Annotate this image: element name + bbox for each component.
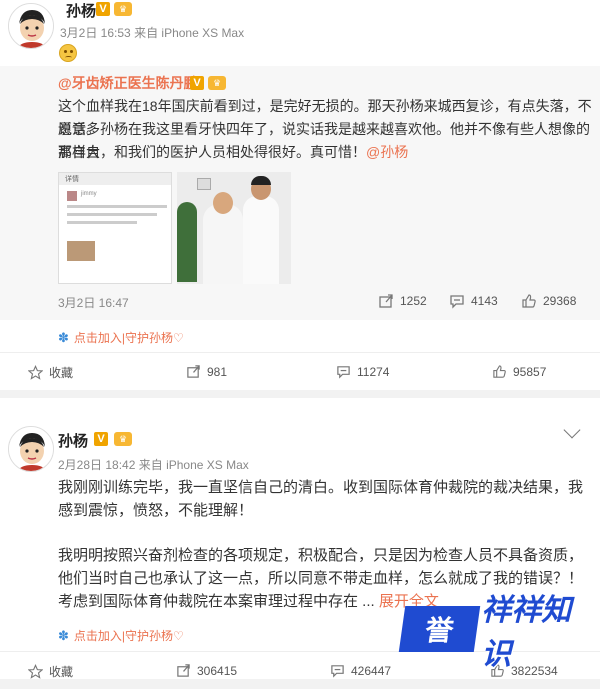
post-text-line-1: 我刚刚训练完毕，我一直坚信自己的清白。收到国际体育仲裁院的裁决结果，我 bbox=[58, 479, 584, 496]
image-username-text: jimmy bbox=[81, 191, 97, 197]
share-icon bbox=[379, 294, 393, 308]
mention-link[interactable]: @孙杨 bbox=[366, 144, 408, 160]
avatar-cartoon-icon bbox=[9, 4, 53, 48]
username[interactable]: 孙杨 bbox=[66, 0, 96, 21]
repost-time[interactable]: 3月2日 16:47 bbox=[58, 294, 129, 311]
comment-button[interactable]: 11274 bbox=[336, 364, 389, 379]
favorite-button[interactable]: 收藏 bbox=[28, 663, 73, 680]
repost-author-link[interactable]: @牙齿矫正医生陈丹鹏 bbox=[58, 75, 198, 91]
repost-repost-count[interactable]: 1252 bbox=[378, 293, 427, 309]
star-icon bbox=[28, 365, 43, 380]
repost-button[interactable]: 306415 bbox=[176, 663, 237, 678]
topic-text: 点击加入|守护孙杨♡ bbox=[73, 331, 184, 345]
post-text-line-3: 我明明按照兴奋剂检查的各项规定，积极配合，只是因为检查人员不具备资质， bbox=[58, 547, 584, 564]
post-text-line-2: 感到震惊，愤怒，不能理解！ bbox=[58, 502, 254, 519]
comment-icon bbox=[331, 665, 344, 678]
repost-block[interactable]: @牙齿矫正医生陈丹鹏 V ♛ 这个血样我在18年国庆前看到过，是完好无损的。那天… bbox=[0, 66, 600, 320]
comment-icon bbox=[450, 295, 464, 309]
comment-icon bbox=[337, 366, 350, 379]
avatar-cartoon-icon bbox=[9, 427, 53, 471]
like-value: 95857 bbox=[513, 364, 547, 379]
post-text-line-5: 考虑到国际体育仲裁院在本案审理过程中存在 ... 展开全文 bbox=[58, 590, 439, 613]
repost-like-count[interactable]: 29368 bbox=[521, 293, 576, 309]
vip-crown-icon: ♛ bbox=[114, 2, 132, 16]
topic-join-link[interactable]: ✽ 点击加入|守护孙杨♡ bbox=[58, 627, 184, 644]
vip-crown-icon: ♛ bbox=[114, 432, 132, 446]
chevron-down-icon[interactable] bbox=[563, 421, 581, 439]
repost-repost-value: 1252 bbox=[400, 294, 427, 308]
favorite-label: 收藏 bbox=[49, 665, 74, 679]
post-meta: 3月2日 16:53 来自 iPhone XS Max bbox=[60, 24, 244, 41]
repost-button[interactable]: 981 bbox=[186, 364, 227, 379]
star-icon bbox=[28, 664, 43, 679]
image-header-text: 详情 bbox=[65, 176, 79, 183]
comment-value: 11274 bbox=[357, 364, 390, 379]
favorite-button[interactable]: 收藏 bbox=[28, 364, 73, 381]
post-source: 来自 iPhone XS Max bbox=[138, 458, 249, 472]
post-source: 来自 iPhone XS Max bbox=[134, 26, 245, 40]
repost-text-line-3-text: 高自大，和我们的医护人员相处得很好。真可惜！ bbox=[58, 144, 366, 160]
repost-verified-badge-icon: V bbox=[190, 76, 204, 90]
user-avatar[interactable] bbox=[8, 3, 54, 49]
post-card-1: 孙杨 V ♛ 3月2日 16:53 来自 iPhone XS Max @牙齿矫正… bbox=[0, 0, 600, 390]
repost-image-photo[interactable] bbox=[177, 172, 291, 284]
snowflake-icon: ✽ bbox=[58, 329, 69, 345]
like-button[interactable]: 95857 bbox=[492, 364, 546, 379]
watermark-text: 祥祥知识 bbox=[481, 594, 572, 671]
post-text-line-5-text: 考虑到国际体育仲裁院在本案审理过程中存在 ... bbox=[58, 593, 375, 610]
post-meta: 2月28日 18:42 来自 iPhone XS Max bbox=[58, 456, 249, 473]
comment-value: 426447 bbox=[351, 663, 392, 678]
favorite-label: 收藏 bbox=[49, 366, 74, 380]
user-avatar[interactable] bbox=[8, 426, 54, 472]
repost-value: 306415 bbox=[197, 663, 238, 678]
comment-button[interactable]: 426447 bbox=[330, 663, 391, 678]
action-bar: 收藏 981 11274 95857 bbox=[0, 352, 600, 390]
repost-comment-value: 4143 bbox=[471, 294, 498, 308]
repost-author[interactable]: @牙齿矫正医生陈丹鹏 bbox=[58, 72, 198, 95]
post-date[interactable]: 2月28日 18:42 bbox=[58, 458, 135, 472]
repost-image-screenshot[interactable]: 详情 jimmy bbox=[58, 172, 172, 284]
repost-comment-count[interactable]: 4143 bbox=[449, 293, 498, 309]
snowflake-icon: ✽ bbox=[58, 627, 69, 643]
post-date[interactable]: 3月2日 16:53 bbox=[60, 26, 131, 40]
topic-join-link[interactable]: ✽ 点击加入|守护孙杨♡ bbox=[58, 329, 184, 346]
watermark-box: 誉 bbox=[398, 606, 481, 652]
repost-value: 981 bbox=[207, 364, 228, 379]
share-icon bbox=[177, 664, 190, 677]
thumbs-up-icon bbox=[493, 365, 506, 378]
repost-text-line-3: 高自大，和我们的医护人员相处得很好。真可惜！@孙杨 bbox=[58, 141, 408, 164]
repost-vip-crown-icon: ♛ bbox=[208, 76, 226, 90]
verified-badge-icon: V bbox=[94, 432, 108, 446]
repost-like-value: 29368 bbox=[543, 294, 577, 308]
username[interactable]: 孙杨 bbox=[58, 430, 88, 451]
sad-face-icon bbox=[59, 44, 77, 62]
verified-badge-icon: V bbox=[96, 2, 110, 16]
share-icon bbox=[187, 365, 200, 378]
watermark-logo: 誉 祥祥知识 bbox=[398, 594, 600, 671]
thumbs-up-icon bbox=[522, 294, 536, 308]
topic-text: 点击加入|守护孙杨♡ bbox=[73, 629, 184, 643]
